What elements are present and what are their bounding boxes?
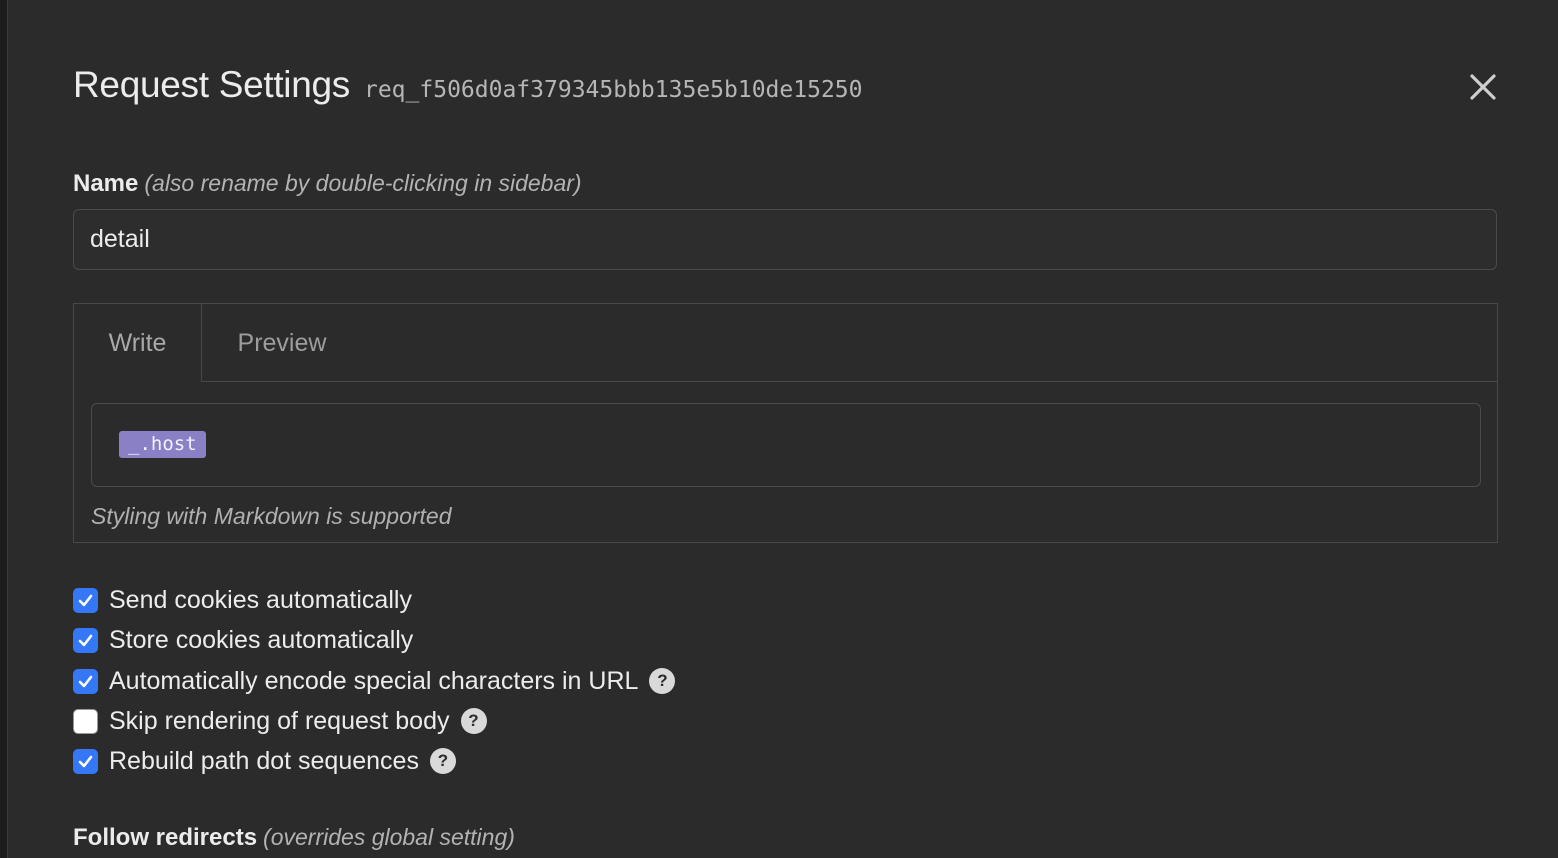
option-send-cookies[interactable]: Send cookies automatically [73,584,412,616]
request-id: req_f506d0af379345bbb135e5b10de15250 [363,77,863,103]
help-icon[interactable]: ? [460,708,487,734]
sidebar-edge [0,0,8,858]
request-settings-modal: Request Settings req_f506d0af379345bbb13… [8,0,1558,858]
modal-title: Request Settings [73,64,350,105]
follow-redirects-label: Follow redirects (overrides global settin… [73,824,515,852]
option-encode-url[interactable]: Automatically encode special characters … [73,665,676,697]
checkbox-rebuild-dot-sequences[interactable] [73,748,98,774]
tab-write[interactable]: Write [74,304,202,382]
name-label: Name (also rename by double-clicking in s… [73,170,582,198]
option-skip-body-render[interactable]: Skip rendering of request body ? [73,705,487,737]
checkmark-icon [78,634,93,646]
checkbox-store-cookies[interactable] [73,627,98,653]
checkbox-send-cookies[interactable] [73,587,98,613]
option-label: Automatically encode special characters … [109,666,639,695]
checkbox-encode-url[interactable] [73,668,98,694]
option-store-cookies[interactable]: Store cookies automatically [73,624,413,656]
option-label: Store cookies automatically [109,625,414,654]
option-rebuild-dot-sequences[interactable]: Rebuild path dot sequences ? [73,745,456,777]
name-input[interactable] [73,209,1497,270]
option-label: Rebuild path dot sequences [109,746,419,775]
checkmark-icon [78,675,93,687]
markdown-hint: Styling with Markdown is supported [91,503,452,529]
checkbox-skip-body-render[interactable] [73,708,98,734]
description-editor: Write Preview _.host Styling with Markdo… [73,303,1498,543]
help-icon[interactable]: ? [429,748,456,774]
description-tabs: Write Preview [74,304,1497,382]
option-label: Skip rendering of request body [109,706,450,735]
checkmark-icon [78,594,93,606]
close-button[interactable] [1464,68,1502,106]
description-code-area[interactable]: _.host [91,403,1481,487]
modal-header: Request Settings req_f506d0af379345bbb13… [73,64,862,106]
follow-redirects-text: Follow redirects [73,824,258,851]
close-icon [1470,74,1496,100]
name-label-text: Name [73,170,139,197]
checkmark-icon [78,755,93,767]
follow-redirects-hint: (overrides global setting) [263,824,515,850]
option-label: Send cookies automatically [109,585,412,614]
tab-preview[interactable]: Preview [202,304,362,382]
help-icon[interactable]: ? [649,668,676,694]
variable-tag[interactable]: _.host [119,431,206,458]
name-label-hint: (also rename by double-clicking in sideb… [144,170,582,196]
